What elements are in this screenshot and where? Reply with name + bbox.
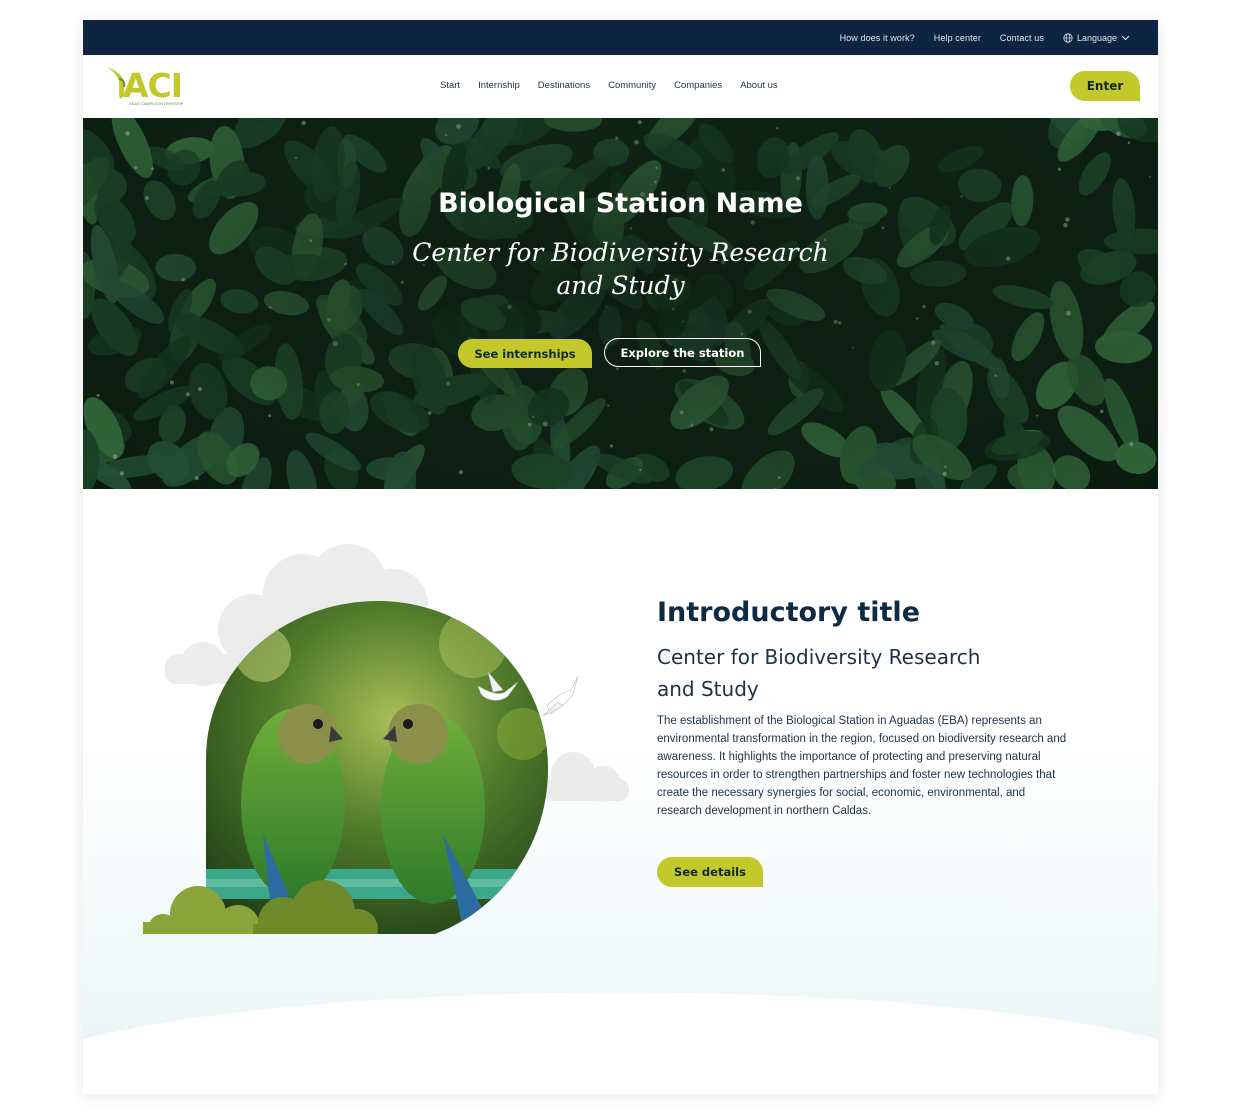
intro-body-text: The establishment of the Biological Stat… (657, 715, 1067, 817)
menu-item-internship[interactable]: Internship (478, 80, 520, 91)
language-selector[interactable]: Language (1063, 33, 1130, 43)
hero-subtitle: Center for Biodiversity Research and Stu… (83, 236, 1158, 302)
hero-overlay (83, 118, 1158, 489)
logo-tagline: ANAS CAMPUS INTERNSHIP (129, 101, 184, 106)
globe-icon (1063, 32, 1073, 43)
parrots-illustration (143, 544, 629, 934)
intro-section: Introductory title Center for Biodiversi… (83, 489, 1158, 1094)
language-label: Language (1076, 32, 1117, 43)
explore-station-button[interactable]: Explore the station (604, 338, 761, 367)
hero-subtitle-line-1: Center for Biodiversity Research (412, 238, 829, 267)
bird-2-icon (542, 675, 579, 717)
svg-text:ACI: ACI (123, 66, 182, 105)
contact-us-link[interactable]: Contact us (1000, 33, 1044, 43)
menu-item-companies[interactable]: Companies (674, 80, 722, 91)
hero-subtitle-line-2: and Study (556, 271, 685, 300)
intro-subtitle-line-1: Center for Biodiversity Research (657, 645, 981, 669)
cloud-right (543, 752, 629, 802)
aci-logo[interactable]: ACI ANAS CAMPUS INTERNSHIP (105, 65, 195, 107)
intro-subtitle-line-2: and Study (657, 677, 759, 701)
intro-title: Introductory title (657, 597, 920, 628)
see-details-button[interactable]: See details (657, 857, 763, 887)
how-it-works-link[interactable]: How does it work? (840, 33, 915, 43)
intro-subtitle: Center for Biodiversity Research and Stu… (657, 641, 1017, 705)
help-center-link[interactable]: Help center (934, 33, 981, 43)
enter-button[interactable]: Enter (1070, 71, 1140, 101)
menu-item-destinations[interactable]: Destinations (538, 80, 590, 91)
wave-divider (83, 992, 1158, 1094)
main-nav: ACI ANAS CAMPUS INTERNSHIP Start Interns… (83, 55, 1158, 118)
utility-bar: How does it work? Help center Contact us… (83, 20, 1158, 55)
page-frame: How does it work? Help center Contact us… (83, 20, 1158, 1094)
primary-menu: Start Internship Destinations Community … (440, 80, 778, 91)
see-internships-button[interactable]: See internships (458, 339, 592, 368)
chevron-down-icon (1121, 35, 1130, 40)
hero-title: Biological Station Name (438, 188, 803, 219)
menu-item-community[interactable]: Community (608, 80, 656, 91)
hero-banner: Biological Station Name Center for Biodi… (83, 118, 1158, 489)
menu-item-about-us[interactable]: About us (740, 80, 778, 91)
menu-item-start[interactable]: Start (440, 80, 460, 91)
